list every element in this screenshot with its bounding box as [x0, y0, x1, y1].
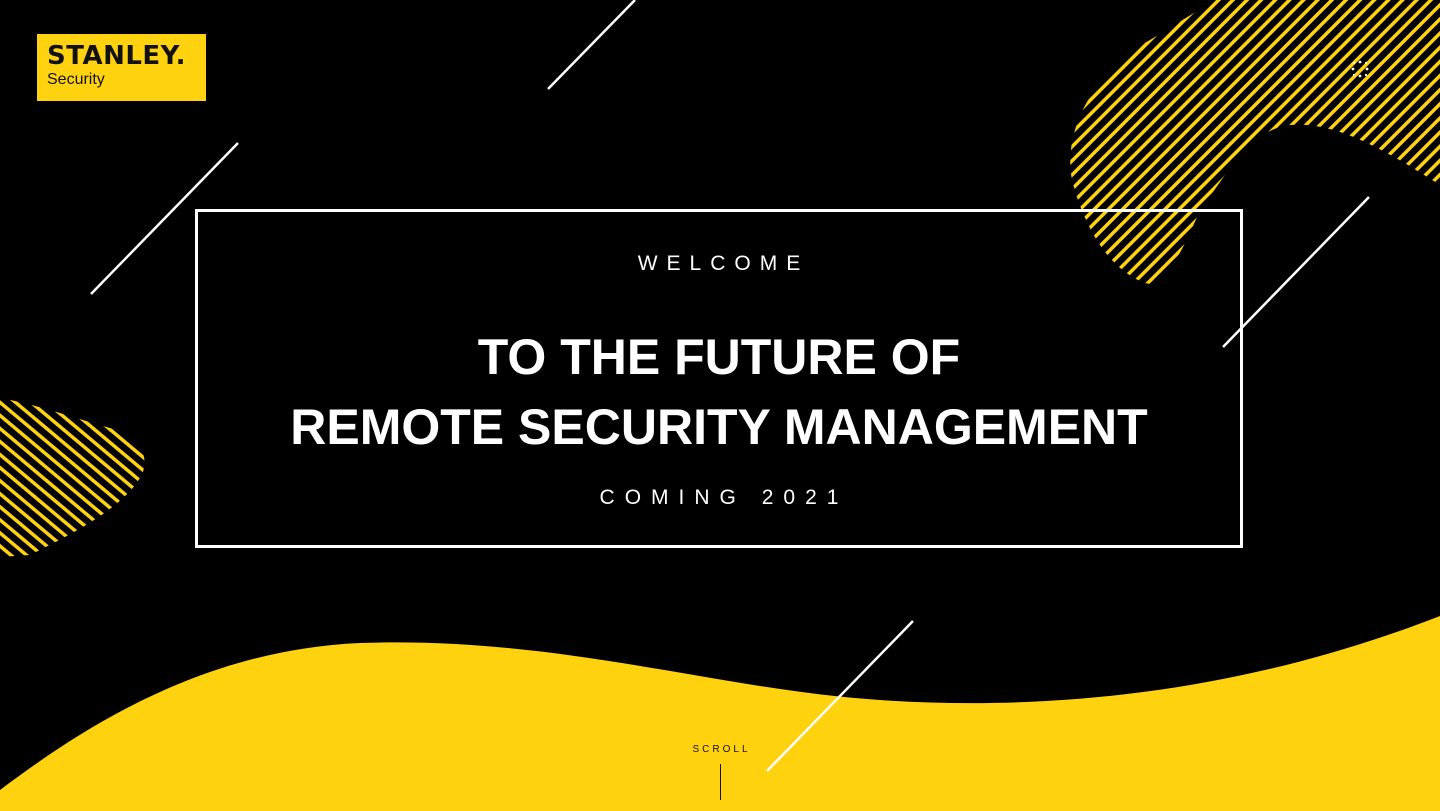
decor-line-3 — [1222, 196, 1370, 348]
logo-sub-text: Security — [47, 71, 105, 88]
decor-line-1 — [547, 0, 636, 90]
headline-line-2: REMOTE SECURITY MANAGEMENT — [290, 399, 1148, 455]
scroll-label: SCROLL — [692, 744, 751, 755]
welcome-text: WELCOME — [637, 252, 810, 275]
headline-line-1: TO THE FUTURE OF — [477, 329, 961, 385]
striped-blob-left — [0, 398, 145, 557]
scroll-indicator[interactable]: SCROLL — [660, 744, 780, 804]
stanley-security-logo[interactable]: STANLEY. Security — [37, 34, 206, 101]
logo-brand-text: STANLEY. — [47, 41, 187, 71]
scroll-line — [720, 764, 721, 800]
dots-grid-icon[interactable] — [1350, 59, 1370, 79]
coming-text: COMING 2021 — [599, 486, 849, 509]
landing-page: STANLEY. Security WELCOME TO THE FUTURE … — [0, 0, 1440, 811]
hero-headline: TO THE FUTURE OF REMOTE SECURITY MANAGEM… — [198, 322, 1240, 462]
hero-frame: WELCOME TO THE FUTURE OF REMOTE SECURITY… — [195, 209, 1243, 548]
